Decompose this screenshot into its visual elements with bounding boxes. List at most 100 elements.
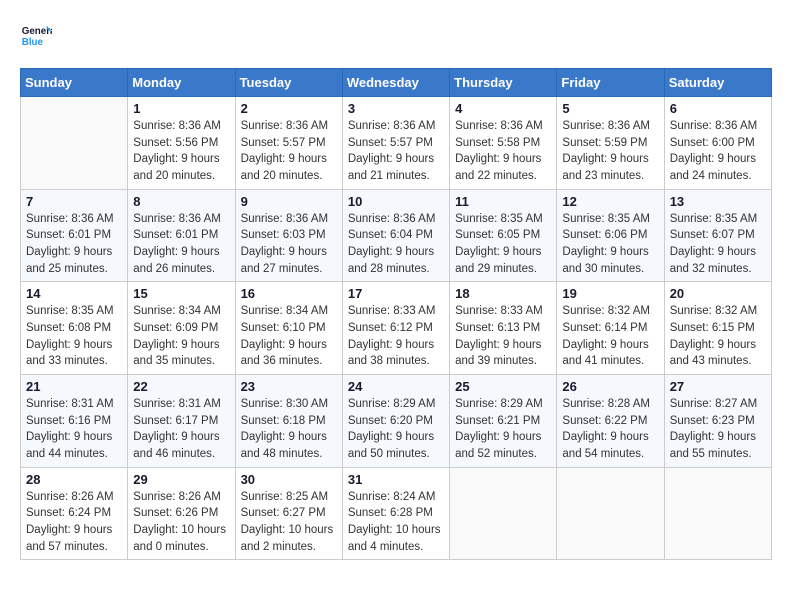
- calendar-cell: [557, 467, 664, 560]
- day-number: 11: [455, 194, 551, 209]
- calendar-cell: 15 Sunrise: 8:34 AMSunset: 6:09 PMDayligh…: [128, 282, 235, 375]
- day-info: Sunrise: 8:35 AMSunset: 6:07 PMDaylight:…: [670, 211, 766, 278]
- calendar-cell: 9 Sunrise: 8:36 AMSunset: 6:03 PMDaylight…: [235, 189, 342, 282]
- day-number: 18: [455, 286, 551, 301]
- day-info: Sunrise: 8:36 AMSunset: 6:01 PMDaylight:…: [133, 211, 229, 278]
- calendar-cell: 26Sunrise: 8:28 AMSunset: 6:22 PMDayligh…: [557, 375, 664, 468]
- calendar-cell: 28 Sunrise: 8:26 AMSunset: 6:24 PMDayligh…: [21, 467, 128, 560]
- day-header-tuesday: Tuesday: [235, 69, 342, 97]
- day-info: Sunrise: 8:36 AMSunset: 6:00 PMDaylight:…: [670, 118, 766, 185]
- day-number: 30: [241, 472, 337, 487]
- day-info: Sunrise: 8:33 AMSunset: 6:12 PMDaylight:…: [348, 303, 444, 370]
- day-info: Sunrise: 8:31 AMSunset: 6:17 PMDaylight:…: [133, 396, 229, 463]
- calendar-cell: 5 Sunrise: 8:36 AMSunset: 5:59 PMDaylight…: [557, 97, 664, 190]
- day-number: 23: [241, 379, 337, 394]
- day-info: Sunrise: 8:36 AMSunset: 6:04 PMDaylight:…: [348, 211, 444, 278]
- day-number: 14: [26, 286, 122, 301]
- day-number: 5: [562, 101, 658, 116]
- day-info: Sunrise: 8:29 AMSunset: 6:21 PMDaylight:…: [455, 396, 551, 463]
- day-number: 27: [670, 379, 766, 394]
- day-info: Sunrise: 8:35 AMSunset: 6:05 PMDaylight:…: [455, 211, 551, 278]
- day-number: 2: [241, 101, 337, 116]
- day-number: 22: [133, 379, 229, 394]
- day-number: 21: [26, 379, 122, 394]
- calendar-cell: 30 Sunrise: 8:25 AMSunset: 6:27 PMDayligh…: [235, 467, 342, 560]
- day-info: Sunrise: 8:33 AMSunset: 6:13 PMDaylight:…: [455, 303, 551, 370]
- day-number: 26: [562, 379, 658, 394]
- day-header-friday: Friday: [557, 69, 664, 97]
- calendar-cell: 23 Sunrise: 8:30 AMSunset: 6:18 PMDayligh…: [235, 375, 342, 468]
- calendar-cell: 8 Sunrise: 8:36 AMSunset: 6:01 PMDaylight…: [128, 189, 235, 282]
- logo-icon: General Blue: [20, 20, 52, 52]
- day-number: 10: [348, 194, 444, 209]
- calendar-table: SundayMondayTuesdayWednesdayThursdayFrid…: [20, 68, 772, 560]
- day-info: Sunrise: 8:32 AMSunset: 6:15 PMDaylight:…: [670, 303, 766, 370]
- day-number: 19: [562, 286, 658, 301]
- day-number: 3: [348, 101, 444, 116]
- calendar-cell: 22 Sunrise: 8:31 AMSunset: 6:17 PMDayligh…: [128, 375, 235, 468]
- day-info: Sunrise: 8:27 AMSunset: 6:23 PMDaylight:…: [670, 396, 766, 463]
- calendar-cell: 4 Sunrise: 8:36 AMSunset: 5:58 PMDaylight…: [450, 97, 557, 190]
- day-number: 4: [455, 101, 551, 116]
- day-info: Sunrise: 8:36 AMSunset: 5:59 PMDaylight:…: [562, 118, 658, 185]
- day-info: Sunrise: 8:31 AMSunset: 6:16 PMDaylight:…: [26, 396, 122, 463]
- calendar-cell: [450, 467, 557, 560]
- day-info: Sunrise: 8:32 AMSunset: 6:14 PMDaylight:…: [562, 303, 658, 370]
- calendar-cell: 27 Sunrise: 8:27 AMSunset: 6:23 PMDayligh…: [664, 375, 771, 468]
- day-number: 20: [670, 286, 766, 301]
- day-number: 31: [348, 472, 444, 487]
- day-info: Sunrise: 8:35 AMSunset: 6:06 PMDaylight:…: [562, 211, 658, 278]
- calendar-cell: 6 Sunrise: 8:36 AMSunset: 6:00 PMDaylight…: [664, 97, 771, 190]
- calendar-cell: 19 Sunrise: 8:32 AMSunset: 6:14 PMDayligh…: [557, 282, 664, 375]
- calendar-cell: 16 Sunrise: 8:34 AMSunset: 6:10 PMDayligh…: [235, 282, 342, 375]
- calendar-cell: [21, 97, 128, 190]
- day-info: Sunrise: 8:26 AMSunset: 6:24 PMDaylight:…: [26, 489, 122, 556]
- day-info: Sunrise: 8:35 AMSunset: 6:08 PMDaylight:…: [26, 303, 122, 370]
- day-info: Sunrise: 8:26 AMSunset: 6:26 PMDaylight:…: [133, 489, 229, 556]
- day-info: Sunrise: 8:34 AMSunset: 6:10 PMDaylight:…: [241, 303, 337, 370]
- day-number: 17: [348, 286, 444, 301]
- calendar-cell: 7Sunrise: 8:36 AMSunset: 6:01 PMDaylight…: [21, 189, 128, 282]
- calendar-cell: 17 Sunrise: 8:33 AMSunset: 6:12 PMDayligh…: [342, 282, 449, 375]
- day-header-thursday: Thursday: [450, 69, 557, 97]
- day-header-sunday: Sunday: [21, 69, 128, 97]
- day-number: 15: [133, 286, 229, 301]
- day-info: Sunrise: 8:36 AMSunset: 5:57 PMDaylight:…: [241, 118, 337, 185]
- calendar-cell: 21 Sunrise: 8:31 AMSunset: 6:16 PMDayligh…: [21, 375, 128, 468]
- day-number: 28: [26, 472, 122, 487]
- svg-text:Blue: Blue: [22, 37, 44, 48]
- calendar-cell: 11 Sunrise: 8:35 AMSunset: 6:05 PMDayligh…: [450, 189, 557, 282]
- calendar-cell: 18 Sunrise: 8:33 AMSunset: 6:13 PMDayligh…: [450, 282, 557, 375]
- day-info: Sunrise: 8:34 AMSunset: 6:09 PMDaylight:…: [133, 303, 229, 370]
- day-info: Sunrise: 8:36 AMSunset: 5:56 PMDaylight:…: [133, 118, 229, 185]
- day-info: Sunrise: 8:29 AMSunset: 6:20 PMDaylight:…: [348, 396, 444, 463]
- calendar-cell: 31 Sunrise: 8:24 AMSunset: 6:28 PMDayligh…: [342, 467, 449, 560]
- day-number: 29: [133, 472, 229, 487]
- day-number: 24: [348, 379, 444, 394]
- day-number: 16: [241, 286, 337, 301]
- day-number: 13: [670, 194, 766, 209]
- calendar-cell: 1Sunrise: 8:36 AMSunset: 5:56 PMDaylight…: [128, 97, 235, 190]
- day-header-monday: Monday: [128, 69, 235, 97]
- day-info: Sunrise: 8:30 AMSunset: 6:18 PMDaylight:…: [241, 396, 337, 463]
- day-info: Sunrise: 8:24 AMSunset: 6:28 PMDaylight:…: [348, 489, 444, 556]
- calendar-cell: 29 Sunrise: 8:26 AMSunset: 6:26 PMDayligh…: [128, 467, 235, 560]
- calendar-cell: 13 Sunrise: 8:35 AMSunset: 6:07 PMDayligh…: [664, 189, 771, 282]
- day-number: 12: [562, 194, 658, 209]
- day-info: Sunrise: 8:36 AMSunset: 5:58 PMDaylight:…: [455, 118, 551, 185]
- day-header-saturday: Saturday: [664, 69, 771, 97]
- day-number: 6: [670, 101, 766, 116]
- day-info: Sunrise: 8:36 AMSunset: 5:57 PMDaylight:…: [348, 118, 444, 185]
- day-number: 8: [133, 194, 229, 209]
- calendar-cell: 25Sunrise: 8:29 AMSunset: 6:21 PMDayligh…: [450, 375, 557, 468]
- calendar-cell: 24 Sunrise: 8:29 AMSunset: 6:20 PMDayligh…: [342, 375, 449, 468]
- calendar-cell: 3 Sunrise: 8:36 AMSunset: 5:57 PMDaylight…: [342, 97, 449, 190]
- day-info: Sunrise: 8:36 AMSunset: 6:03 PMDaylight:…: [241, 211, 337, 278]
- calendar-cell: 20 Sunrise: 8:32 AMSunset: 6:15 PMDayligh…: [664, 282, 771, 375]
- calendar-cell: [664, 467, 771, 560]
- page-header: General Blue: [20, 20, 772, 52]
- logo: General Blue: [20, 20, 52, 52]
- day-info: Sunrise: 8:25 AMSunset: 6:27 PMDaylight:…: [241, 489, 337, 556]
- day-number: 9: [241, 194, 337, 209]
- calendar-cell: 10 Sunrise: 8:36 AMSunset: 6:04 PMDayligh…: [342, 189, 449, 282]
